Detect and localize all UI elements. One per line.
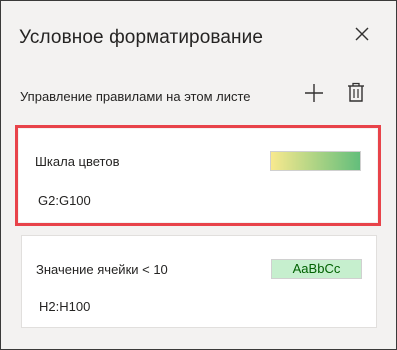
add-rule-button[interactable] — [301, 81, 327, 107]
close-button[interactable] — [349, 21, 375, 47]
format-preview: AaBbCc — [271, 259, 362, 279]
rules-header-label: Управление правилами на этом листе — [20, 89, 251, 104]
rule-name: Шкала цветов — [35, 154, 120, 169]
trash-icon — [348, 82, 364, 102]
rule-card-cell-value[interactable]: Значение ячейки < 10 AaBbCc H2:H100 — [21, 235, 377, 328]
close-icon — [355, 27, 369, 41]
rule-card-color-scale[interactable]: Шкала цветов G2:G100 — [15, 125, 381, 226]
pane-title: Условное форматирование — [19, 27, 264, 48]
conditional-formatting-pane: Условное форматирование Управление прави… — [0, 0, 397, 350]
rule-range: G2:G100 — [38, 193, 91, 208]
plus-icon — [305, 84, 323, 102]
delete-all-rules-button[interactable] — [344, 80, 368, 106]
color-scale-preview — [270, 151, 361, 171]
rule-name: Значение ячейки < 10 — [36, 262, 168, 277]
rule-range: H2:H100 — [39, 299, 91, 314]
